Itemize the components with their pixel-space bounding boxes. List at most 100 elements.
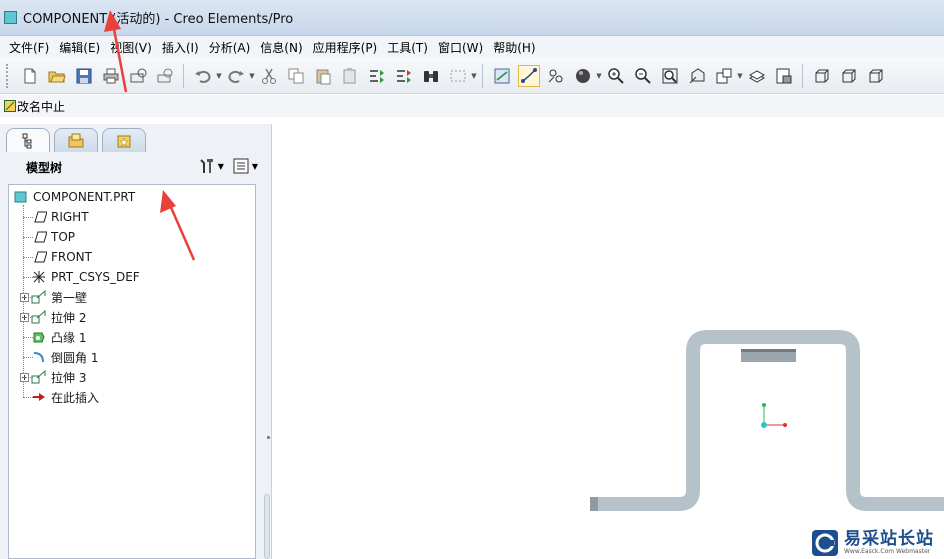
splitter-grip	[267, 436, 270, 439]
binoculars-icon	[423, 70, 438, 82]
tree-connector	[23, 397, 33, 398]
copy-button[interactable]	[285, 65, 307, 87]
datum-plane-display-icon	[494, 68, 509, 83]
tree-item[interactable]: 凸缘 1	[19, 327, 86, 347]
tree-connector	[23, 357, 33, 358]
menu-info[interactable]: 信息(N)	[255, 39, 307, 56]
open-file-button[interactable]	[46, 65, 68, 87]
view-manager-button[interactable]	[773, 65, 795, 87]
mail-icon	[130, 68, 146, 82]
tree-item[interactable]: COMPONENT.PRT	[13, 187, 135, 207]
watermark: 易采站长站 Www.Easck.Com Webmaster	[808, 526, 944, 559]
menu-help[interactable]: 帮助(H)	[488, 39, 540, 56]
menu-view[interactable]: 视图(V)	[105, 39, 157, 56]
graphics-window[interactable]	[273, 124, 944, 559]
reorient-icon	[689, 67, 704, 83]
model-tree-header: 模型树 ▼ ▼	[0, 152, 264, 182]
cut-button[interactable]	[258, 65, 280, 87]
wireframe-button[interactable]	[811, 65, 833, 87]
redo-button[interactable]	[225, 65, 247, 87]
find-button[interactable]	[420, 65, 442, 87]
toolbar-grip[interactable]	[6, 63, 10, 88]
regenerate-manager-button[interactable]	[393, 65, 415, 87]
tree-item[interactable]: 倒圆角 1	[19, 347, 98, 367]
tree-item-label: 拉伸 3	[51, 370, 87, 385]
saved-views-button[interactable]	[713, 65, 735, 87]
zoom-in-button[interactable]	[605, 65, 627, 87]
no-hidden-button[interactable]	[865, 65, 887, 87]
hidden-line-button[interactable]	[838, 65, 860, 87]
favorites-icon	[117, 135, 131, 147]
tree-item[interactable]: 拉伸 2	[19, 307, 86, 327]
tree-item-label: 拉伸 2	[51, 310, 87, 325]
tree-item[interactable]: 在此插入	[19, 387, 99, 407]
save-button[interactable]	[73, 65, 95, 87]
part-edge-shade	[590, 497, 598, 511]
tab-model-tree[interactable]	[6, 128, 50, 152]
send-mail-button[interactable]	[127, 65, 149, 87]
tree-item-label: RIGHT	[51, 210, 89, 224]
tree-item[interactable]: PRT_CSYS_DEF	[19, 267, 140, 287]
tab-folder-browser[interactable]	[54, 128, 98, 152]
status-message: 改名中止	[17, 99, 66, 114]
title-bar: COMPONENT (活动的) - Creo Elements/Pro	[0, 0, 944, 36]
refit-icon	[662, 68, 677, 83]
undo-button[interactable]	[192, 65, 214, 87]
menu-applications[interactable]: 应用程序(P)	[308, 39, 383, 56]
tree-item[interactable]: TOP	[19, 227, 75, 247]
menu-file[interactable]: 文件(F)	[4, 39, 54, 56]
datum-point-display-button[interactable]	[545, 65, 567, 87]
zoom-out-icon	[634, 67, 651, 84]
datum-plane-display-button[interactable]	[491, 65, 513, 87]
select-box-button[interactable]	[447, 65, 469, 87]
zoom-out-button[interactable]	[632, 65, 654, 87]
tree-item-label: TOP	[51, 230, 76, 244]
model-view[interactable]	[273, 124, 944, 559]
tree-item[interactable]: FRONT	[19, 247, 92, 267]
menu-tools[interactable]: 工具(T)	[382, 39, 433, 56]
model-tree-tools: ▼ ▼	[190, 157, 258, 175]
tab-favorites[interactable]	[102, 128, 146, 152]
tree-connector	[23, 377, 33, 378]
tree-show-button[interactable]: ▼	[232, 157, 258, 175]
datum-axis-display-button[interactable]	[517, 64, 540, 87]
chevron-down-icon: ▼	[251, 161, 258, 171]
redo-icon	[228, 70, 244, 83]
send-link-button[interactable]	[154, 65, 176, 87]
paste-special-button[interactable]	[339, 65, 361, 87]
tree-item[interactable]: 第一壁	[19, 287, 87, 307]
model-tree: COMPONENT.PRT RIGHT TOP FRONT PRT_CSYS_DEF 第一…	[8, 184, 256, 559]
menu-edit[interactable]: 编辑(E)	[54, 39, 105, 56]
select-box-dropdown-icon[interactable]: ▼	[471, 65, 477, 87]
redo-dropdown-icon[interactable]: ▼	[249, 65, 255, 87]
tree-settings-button[interactable]: ▼	[198, 157, 224, 175]
menu-analysis[interactable]: 分析(A)	[204, 39, 256, 56]
new-file-button[interactable]	[19, 65, 41, 87]
shading-button[interactable]	[572, 65, 594, 87]
save-icon	[76, 68, 91, 83]
round-icon	[31, 349, 47, 365]
regenerate-button[interactable]	[366, 65, 388, 87]
saved-views-icon	[716, 68, 731, 83]
menu-insert[interactable]: 插入(I)	[157, 39, 204, 56]
paste-icon	[316, 69, 330, 84]
saved-views-dropdown-icon[interactable]: ▼	[737, 65, 743, 87]
tree-item[interactable]: RIGHT	[19, 207, 89, 227]
refit-button[interactable]	[659, 65, 681, 87]
shading-dropdown-icon[interactable]: ▼	[596, 65, 602, 87]
navigator-scrollbar[interactable]	[264, 494, 270, 559]
print-button[interactable]	[100, 65, 122, 87]
wireframe-cube-icon	[815, 69, 828, 82]
menu-window[interactable]: 窗口(W)	[433, 39, 488, 56]
reorient-button[interactable]	[686, 65, 708, 87]
datum-plane-icon	[31, 209, 47, 225]
tree-connector	[23, 297, 33, 298]
window-title: COMPONENT (活动的) - Creo Elements/Pro	[23, 12, 294, 27]
tree-item-label: 凸缘 1	[51, 330, 87, 345]
paste-button[interactable]	[312, 65, 334, 87]
undo-dropdown-icon[interactable]: ▼	[216, 65, 222, 87]
layers-button[interactable]	[746, 65, 768, 87]
extrude-cut-edge	[741, 349, 796, 352]
tree-item[interactable]: 拉伸 3	[19, 367, 86, 387]
layers-icon	[748, 69, 765, 83]
